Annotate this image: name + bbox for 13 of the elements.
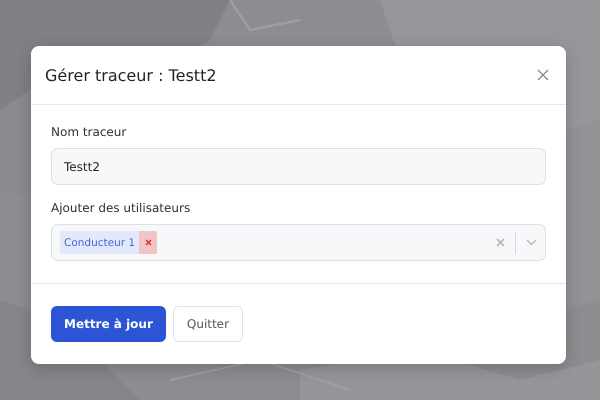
users-select[interactable]: Conducteur 1: [51, 224, 546, 261]
dialog-title: Gérer traceur : Testt2: [45, 66, 217, 84]
close-icon[interactable]: [536, 68, 550, 82]
clear-icon[interactable]: [496, 238, 505, 247]
remove-tag-button[interactable]: [139, 231, 158, 254]
field-label: Ajouter des utilisateurs: [51, 201, 192, 215]
remove-icon: [144, 239, 152, 246]
update-button[interactable]: Mettre à jour: [51, 306, 166, 342]
chevron-down-icon[interactable]: [526, 239, 537, 246]
quit-button[interactable]: Quitter: [172, 306, 244, 342]
tag-label: Conducteur 1: [63, 236, 136, 250]
field-label: Nom traceur: [51, 125, 128, 139]
name-field[interactable]: Testt2: [51, 148, 546, 185]
